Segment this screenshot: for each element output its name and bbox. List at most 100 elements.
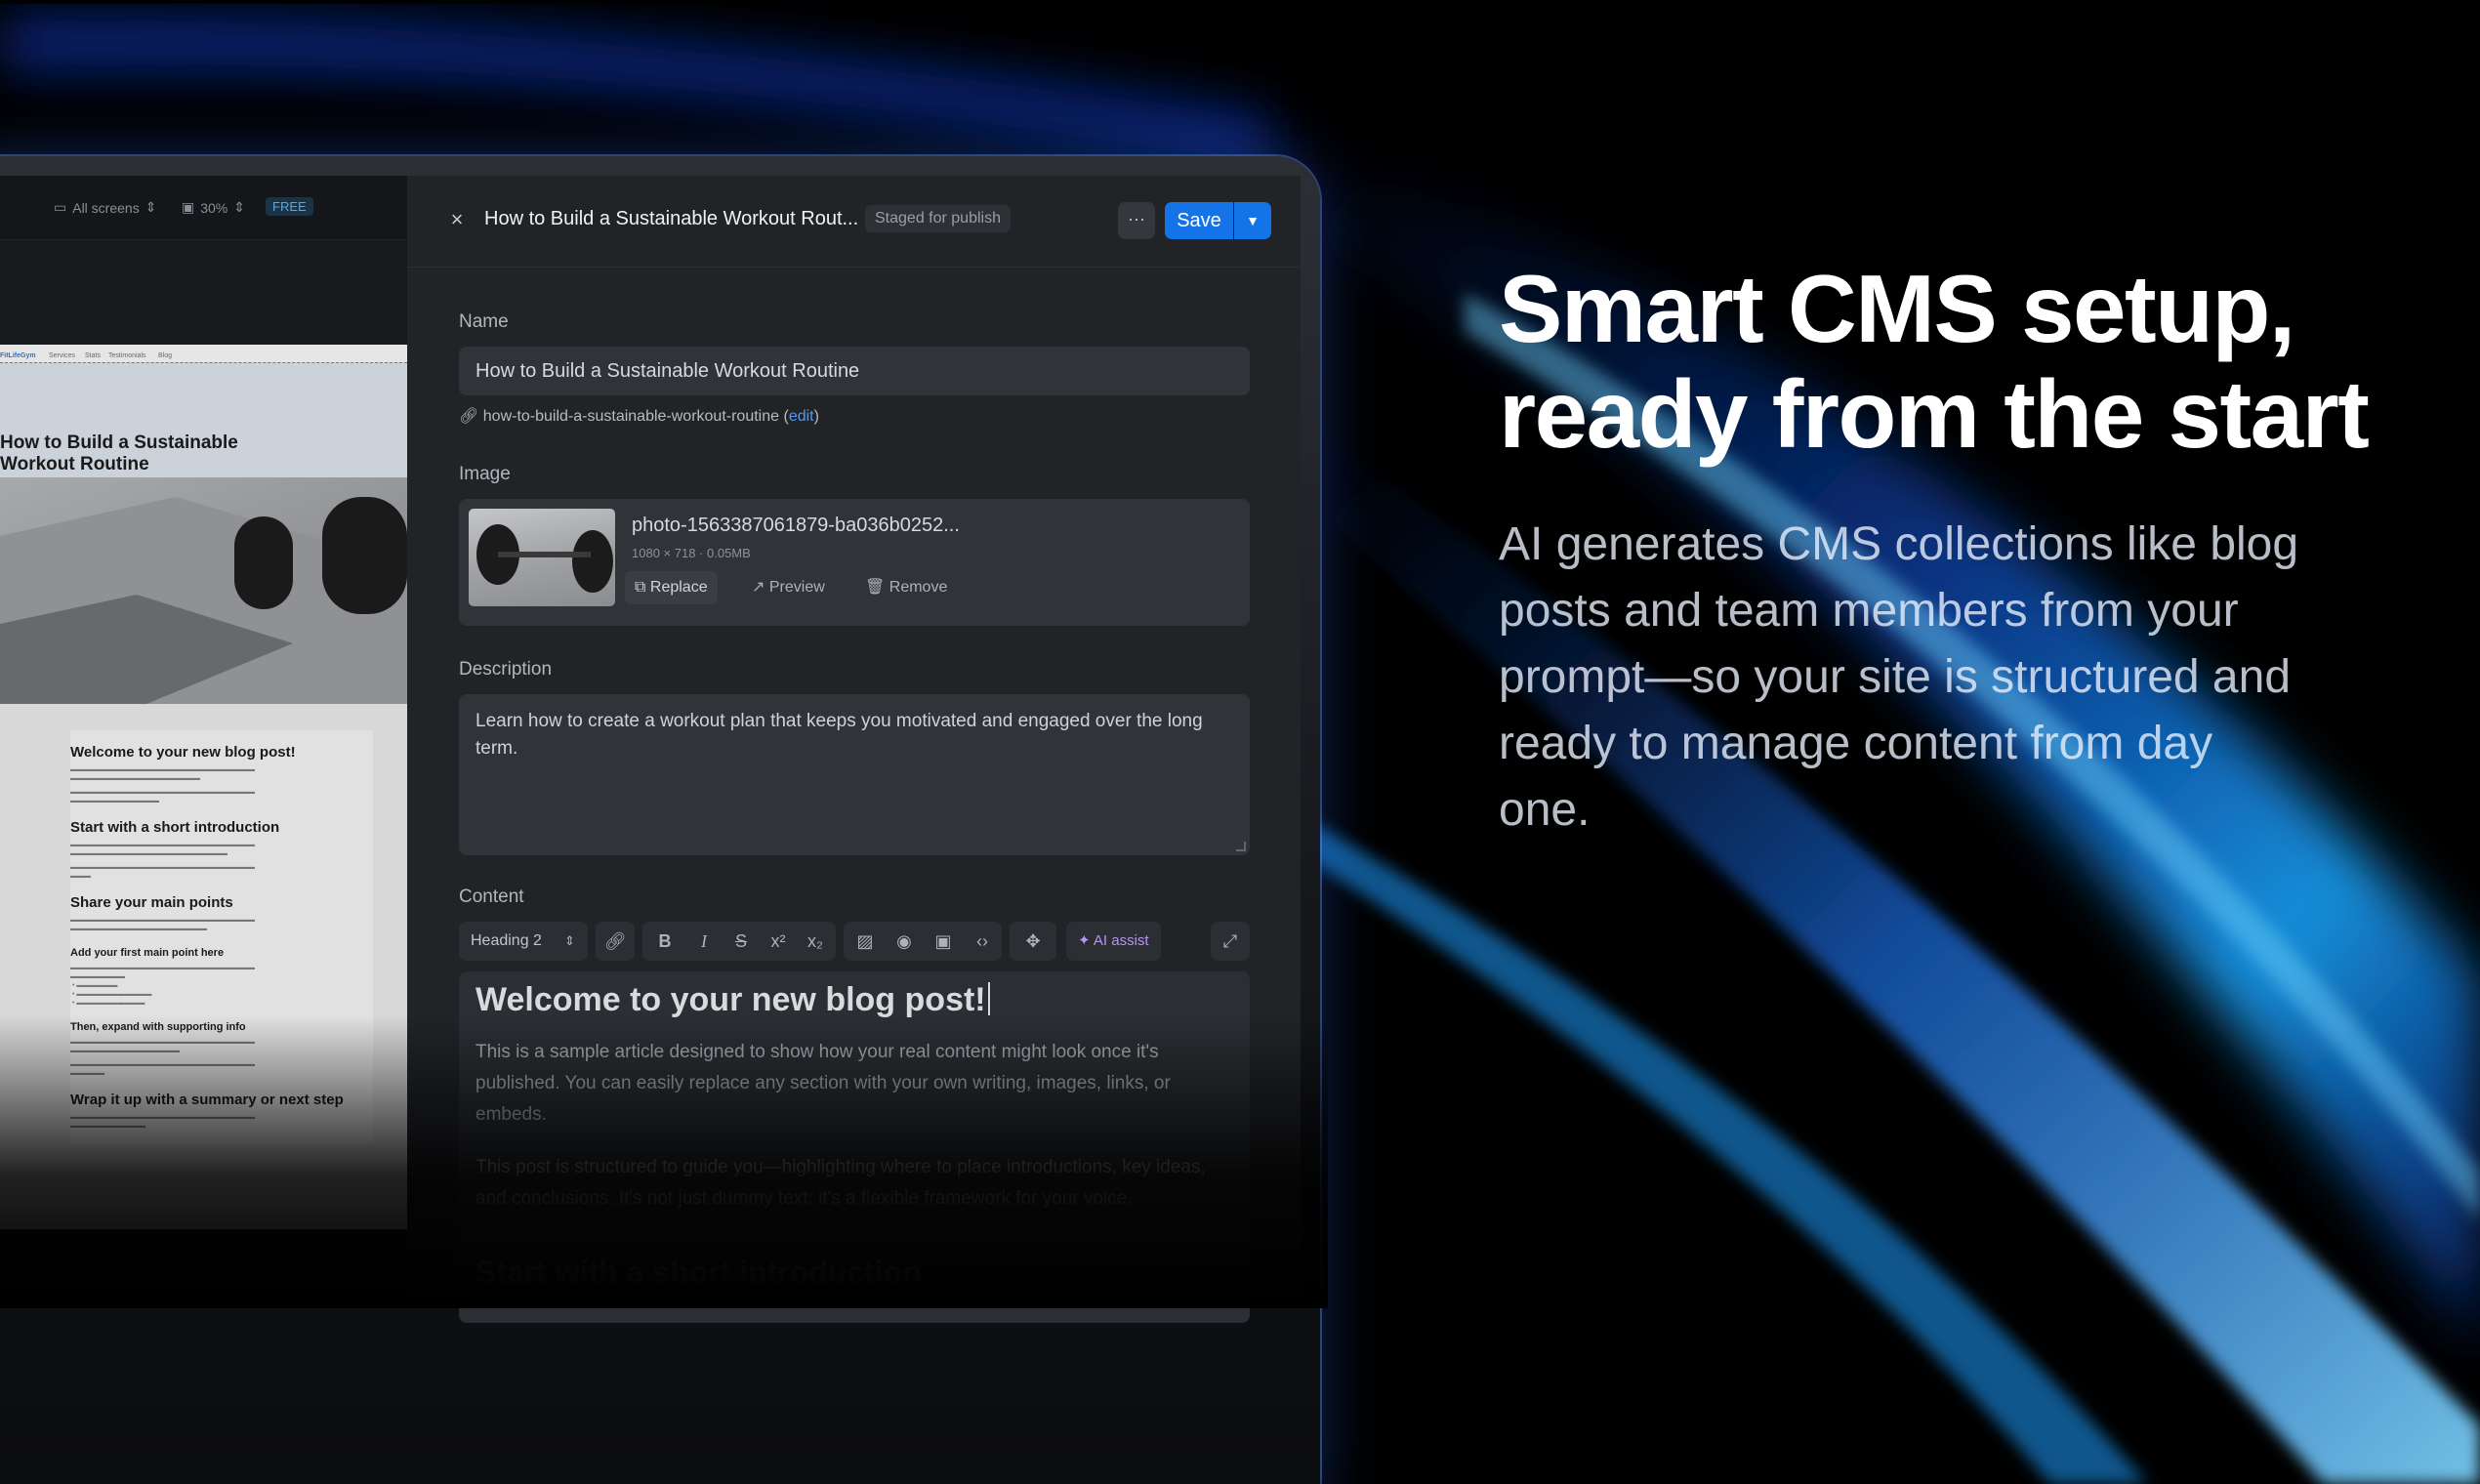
preview-heading: Wrap it up with a summary or next step <box>70 1092 344 1108</box>
trash-icon: 🗑︎ <box>865 579 886 596</box>
image-icon[interactable]: ▨ <box>846 922 885 961</box>
editor-heading: Welcome to your new blog post! <box>475 981 990 1019</box>
updown-icon: ⇕ <box>145 199 157 215</box>
slug-value: how-to-build-a-sustainable-workout-routi… <box>482 408 780 425</box>
remove-image-button[interactable]: 🗑︎ Remove <box>855 571 957 604</box>
preview-hero-image <box>0 477 407 704</box>
preview-heading: Share your main points <box>70 894 233 911</box>
expand-icon[interactable]: ⤢ <box>1211 922 1250 961</box>
sparkle-icon: ✦ <box>1078 932 1091 949</box>
component-icon: ✥ <box>1025 931 1041 951</box>
canvas-toolbar: ▭ All screens ⇕ ▣ 30% ⇕ FREE <box>0 176 407 240</box>
bold-icon[interactable]: B <box>646 922 683 961</box>
description-value: Learn how to create a workout plan that … <box>475 711 1203 759</box>
preview-text-block: ▬▬▬▬▬▬▬▬▬▬▬▬▬▬▬▬▬▬▬▬▬▬▬▬▬▬▬ ▬▬▬ <box>70 864 255 880</box>
hero-subtitle: AI generates CMS collections like blog p… <box>1499 518 2299 836</box>
replace-image-button[interactable]: ⧉ Replace <box>625 571 718 604</box>
text-caret <box>987 982 990 1015</box>
ai-assist-button[interactable]: ✦ AI assist <box>1066 922 1161 961</box>
name-value: How to Build a Sustainable Workout Routi… <box>475 360 860 382</box>
preview-text-block: ▬▬▬▬▬▬▬▬▬▬▬▬▬▬▬▬▬▬▬▬▬▬▬▬▬▬▬ ▬▬▬▬▬▬▬▬▬▬▬▬▬… <box>70 1039 255 1054</box>
preview-heading: Welcome to your new blog post! <box>70 744 296 761</box>
slug-row: 🔗︎ how-to-build-a-sustainable-workout-ro… <box>459 408 819 425</box>
code-icon[interactable]: ‹› <box>963 922 1002 961</box>
description-label: Description <box>459 659 553 680</box>
preview-text-block: ▬▬▬▬▬▬▬▬▬▬▬▬▬▬▬▬▬▬▬▬▬▬▬▬▬▬▬ ▬▬▬▬▬ <box>70 1061 255 1077</box>
preview-text-block: ▬▬▬▬▬▬▬▬▬▬▬▬▬▬▬▬▬▬▬▬▬▬▬▬▬▬▬ ▬▬▬▬▬▬▬▬ • ▬▬… <box>70 965 255 1007</box>
hero-title-line2: ready from the start <box>1499 360 2370 468</box>
superscript-icon[interactable]: x² <box>760 922 797 961</box>
preview-label: Preview <box>768 579 825 596</box>
embed-icon[interactable]: ▣ <box>924 922 963 961</box>
italic-icon[interactable]: I <box>685 922 723 961</box>
preview-text-block: ▬▬▬▬▬▬▬▬▬▬▬▬▬▬▬▬▬▬▬▬▬▬▬▬▬▬▬ ▬▬▬▬▬▬▬▬▬▬▬▬▬… <box>70 842 255 857</box>
screens-selector[interactable]: ▭ All screens ⇕ <box>54 199 156 216</box>
more-options-button[interactable]: ··· <box>1118 202 1155 239</box>
image-label: Image <box>459 464 511 484</box>
image-size: 0.05MB <box>707 546 751 560</box>
replace-label: Replace <box>649 579 708 596</box>
cms-item-panel: × How to Build a Sustainable Workout Rou… <box>407 176 1301 1323</box>
content-label: Content <box>459 886 524 907</box>
preview-heading: Add your first main point here <box>70 947 225 959</box>
barbell-photo <box>0 497 407 704</box>
external-link-icon: ↗ <box>752 579 765 596</box>
link-icon: 🔗︎ <box>603 931 627 951</box>
page-preview[interactable]: FitLifeGym Services Stats Testimonials B… <box>0 345 407 1229</box>
editor-heading-text: Welcome to your new blog post! <box>475 981 986 1018</box>
preview-text-block: ▬▬▬▬▬▬▬▬▬▬▬▬▬▬▬▬▬▬▬▬▬▬▬▬▬▬▬ ▬▬▬▬▬▬▬▬▬▬▬ <box>70 1114 255 1130</box>
preview-image-button[interactable]: ↗ Preview <box>742 571 835 604</box>
zoom-icon: ▣ <box>182 199 195 215</box>
preview-nav-item: Stats <box>85 352 101 359</box>
rich-text-editor[interactable]: Welcome to your new blog post! This is a… <box>459 971 1250 1323</box>
chevron-down-icon: ▼ <box>1246 213 1260 228</box>
hero-copy: Smart CMS setup, ready from the start AI… <box>1499 256 2436 844</box>
remove-label: Remove <box>889 579 948 596</box>
editor-paragraph: This post is structured to guide you—hig… <box>475 1157 1206 1209</box>
preview-text-block: ▬▬▬▬▬▬▬▬▬▬▬▬▬▬▬▬▬▬▬▬▬▬▬▬▬▬▬ ▬▬▬▬▬▬▬▬▬▬▬▬▬… <box>70 766 255 782</box>
preview-hero-title: How to Build a Sustainable Workout Routi… <box>0 433 238 474</box>
editor-paragraph: This is a sample article designed to sho… <box>475 1042 1171 1125</box>
zoom-label: 30% <box>200 199 228 216</box>
subscript-icon[interactable]: x₂ <box>797 922 834 961</box>
link-icon: 🔗︎ <box>459 408 479 425</box>
hero-title: Smart CMS setup, ready from the start <box>1499 256 2436 467</box>
insert-group: ▨ ◉ ▣ ‹› <box>844 922 1002 961</box>
editor-subheading: Start with a short introduction <box>475 1255 922 1290</box>
name-field[interactable]: How to Build a Sustainable Workout Routi… <box>459 347 1250 395</box>
preview-nav-item: Blog <box>158 352 173 359</box>
preview-heading: Then, expand with supporting info <box>70 1021 246 1033</box>
preview-text-block: ▬▬▬▬▬▬▬▬▬▬▬▬▬▬▬▬▬▬▬▬▬▬▬▬▬▬▬ ▬▬▬▬▬▬▬▬▬▬▬▬▬ <box>70 789 255 804</box>
panel-header: × How to Build a Sustainable Workout Rou… <box>407 176 1301 268</box>
preview-heading: Start with a short introduction <box>70 819 280 836</box>
description-field[interactable]: Learn how to create a workout plan that … <box>459 694 1250 855</box>
updown-icon: ⇕ <box>233 199 245 215</box>
preview-nav-item: Services <box>49 352 75 359</box>
monitor-icon: ▭ <box>54 199 67 215</box>
image-field: photo-1563387061879-ba036b0252... 1080 ×… <box>459 499 1250 626</box>
video-icon[interactable]: ◉ <box>885 922 924 961</box>
ai-assist-label: AI assist <box>1093 932 1149 949</box>
preview-text-block: ▬▬▬▬▬▬▬▬▬▬▬▬▬▬▬▬▬▬▬▬▬▬▬▬▬▬▬ ▬▬▬▬▬▬▬▬▬▬▬▬▬… <box>70 917 255 932</box>
screens-label: All screens <box>72 199 140 216</box>
resize-handle-icon[interactable] <box>1236 842 1246 851</box>
save-options-button[interactable]: ▼ <box>1234 202 1271 239</box>
block-type-select[interactable]: Heading 2 ⇕ <box>459 922 588 961</box>
format-group: B I S x² x₂ <box>642 922 836 961</box>
component-button[interactable]: ✥ <box>1010 922 1056 961</box>
close-icon[interactable]: × <box>446 209 468 230</box>
link-button[interactable]: 🔗︎ <box>596 922 635 961</box>
plan-badge: FREE <box>266 197 313 216</box>
name-label: Name <box>459 311 509 332</box>
zoom-selector[interactable]: ▣ 30% ⇕ <box>182 199 245 216</box>
image-icon: ⧉ <box>635 579 646 596</box>
slug-edit-link[interactable]: edit <box>789 408 814 425</box>
block-type-label: Heading 2 <box>471 932 542 949</box>
image-dimensions: 1080 × 718 <box>632 546 696 560</box>
preview-brand: FitLifeGym <box>0 352 36 359</box>
status-badge: Staged for publish <box>865 205 1011 232</box>
save-button[interactable]: Save <box>1165 202 1233 239</box>
preview-article: Welcome to your new blog post! ▬▬▬▬▬▬▬▬▬… <box>70 730 373 1144</box>
strikethrough-icon[interactable]: S <box>723 922 760 961</box>
updown-icon: ⇕ <box>564 933 575 948</box>
